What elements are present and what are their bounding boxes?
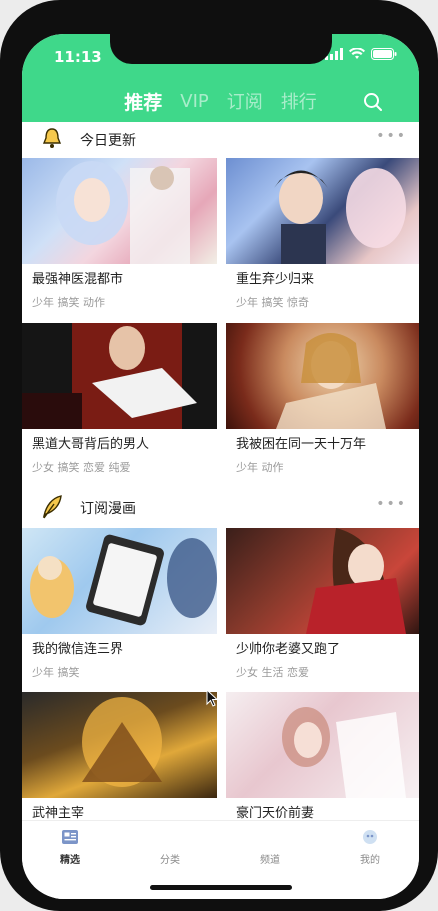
comic-cover <box>22 692 217 798</box>
tab-ranking[interactable]: 排行 <box>272 88 326 114</box>
wifi-icon <box>349 48 365 59</box>
more-button[interactable]: ••• <box>376 128 407 144</box>
search-icon[interactable] <box>363 92 383 112</box>
comic-card[interactable]: 最强神医混都市 少年 搞笑 动作 <box>22 158 217 323</box>
cover-art <box>56 161 190 264</box>
nav-label: 频道 <box>260 855 280 866</box>
news-icon <box>62 830 78 844</box>
comic-tags: 少年 动作 <box>236 461 284 474</box>
comic-card[interactable]: 我被困在同一天十万年 少年 动作 <box>226 323 419 488</box>
nav-label: 精选 <box>60 855 80 866</box>
comic-title: 少帅你老婆又跑了 <box>236 642 341 657</box>
comic-cover <box>226 528 419 634</box>
comic-tags: 少年 搞笑 <box>32 666 80 679</box>
comic-tags: 少女 搞笑 恋爱 纯爱 <box>32 461 131 474</box>
top-tabs: 推荐 VIP 订阅 排行 <box>22 86 419 116</box>
section-today-updates: 今日更新 ••• <box>22 122 419 156</box>
section-subscribed: 订阅漫画 ••• <box>22 490 419 524</box>
tab-vip[interactable]: VIP <box>171 91 217 112</box>
tab-recommend[interactable]: 推荐 <box>115 88 171 115</box>
category-icon <box>140 829 200 845</box>
comic-cover <box>22 323 217 429</box>
bottom-nav: 精选 分类 频道 我的 <box>22 820 419 899</box>
bell-icon <box>42 128 62 148</box>
cover-art <box>282 707 406 798</box>
nav-profile[interactable]: 我的 <box>340 829 400 866</box>
nav-label: 我的 <box>360 855 380 866</box>
section-title: 今日更新 <box>80 133 136 149</box>
comic-cover <box>22 158 217 264</box>
comic-title: 重生弃少归来 <box>236 272 315 287</box>
notch <box>110 34 332 64</box>
comic-title: 我被困在同一天十万年 <box>236 437 367 452</box>
comic-cover <box>226 158 419 264</box>
status-time: 11:13 <box>54 48 102 66</box>
cover-art <box>82 697 162 787</box>
home-indicator[interactable] <box>150 885 292 890</box>
nav-featured[interactable]: 精选 <box>40 829 100 866</box>
nav-channel[interactable]: 频道 <box>240 829 300 866</box>
mouse-cursor-icon <box>206 689 218 707</box>
comic-title: 我的微信连三界 <box>32 642 124 657</box>
cover-art <box>274 168 406 264</box>
comic-title: 武神主宰 <box>32 806 85 821</box>
comic-card[interactable]: 重生弃少归来 少年 搞笑 惊奇 <box>226 158 419 323</box>
nav-label: 分类 <box>160 855 180 866</box>
battery-icon <box>371 48 397 60</box>
comic-title: 最强神医混都市 <box>32 272 124 287</box>
cover-art <box>22 323 197 429</box>
comic-tags: 少女 生活 恋爱 <box>236 666 309 679</box>
app-screen: 11:13 推荐 VIP 订阅 排行 今日更新 ••• 最强神医混都市 少年 搞… <box>22 34 419 899</box>
section-title: 订阅漫画 <box>80 501 136 517</box>
cover-art <box>306 528 406 634</box>
comic-cover <box>22 528 217 634</box>
comic-card[interactable]: 我的微信连三界 少年 搞笑 <box>22 528 217 693</box>
cover-art <box>276 333 386 429</box>
comic-cover <box>226 692 419 798</box>
profile-icon <box>363 830 377 844</box>
channel-icon <box>240 829 300 845</box>
tab-subscribe[interactable]: 订阅 <box>218 88 272 114</box>
feather-icon <box>42 495 62 519</box>
comic-tags: 少年 搞笑 动作 <box>32 296 105 309</box>
more-button[interactable]: ••• <box>376 496 407 512</box>
comic-cover <box>226 323 419 429</box>
phone-frame: 11:13 推荐 VIP 订阅 排行 今日更新 ••• 最强神医混都市 少年 搞… <box>0 0 438 911</box>
nav-category[interactable]: 分类 <box>140 829 200 866</box>
comic-card[interactable]: 少帅你老婆又跑了 少女 生活 恋爱 <box>226 528 419 693</box>
comic-card[interactable]: 黑道大哥背后的男人 少女 搞笑 恋爱 纯爱 <box>22 323 217 488</box>
comic-title: 豪门天价前妻 <box>236 806 315 821</box>
comic-title: 黑道大哥背后的男人 <box>32 437 150 452</box>
comic-tags: 少年 搞笑 惊奇 <box>236 296 309 309</box>
status-icons <box>325 48 397 60</box>
cover-art <box>30 534 217 626</box>
